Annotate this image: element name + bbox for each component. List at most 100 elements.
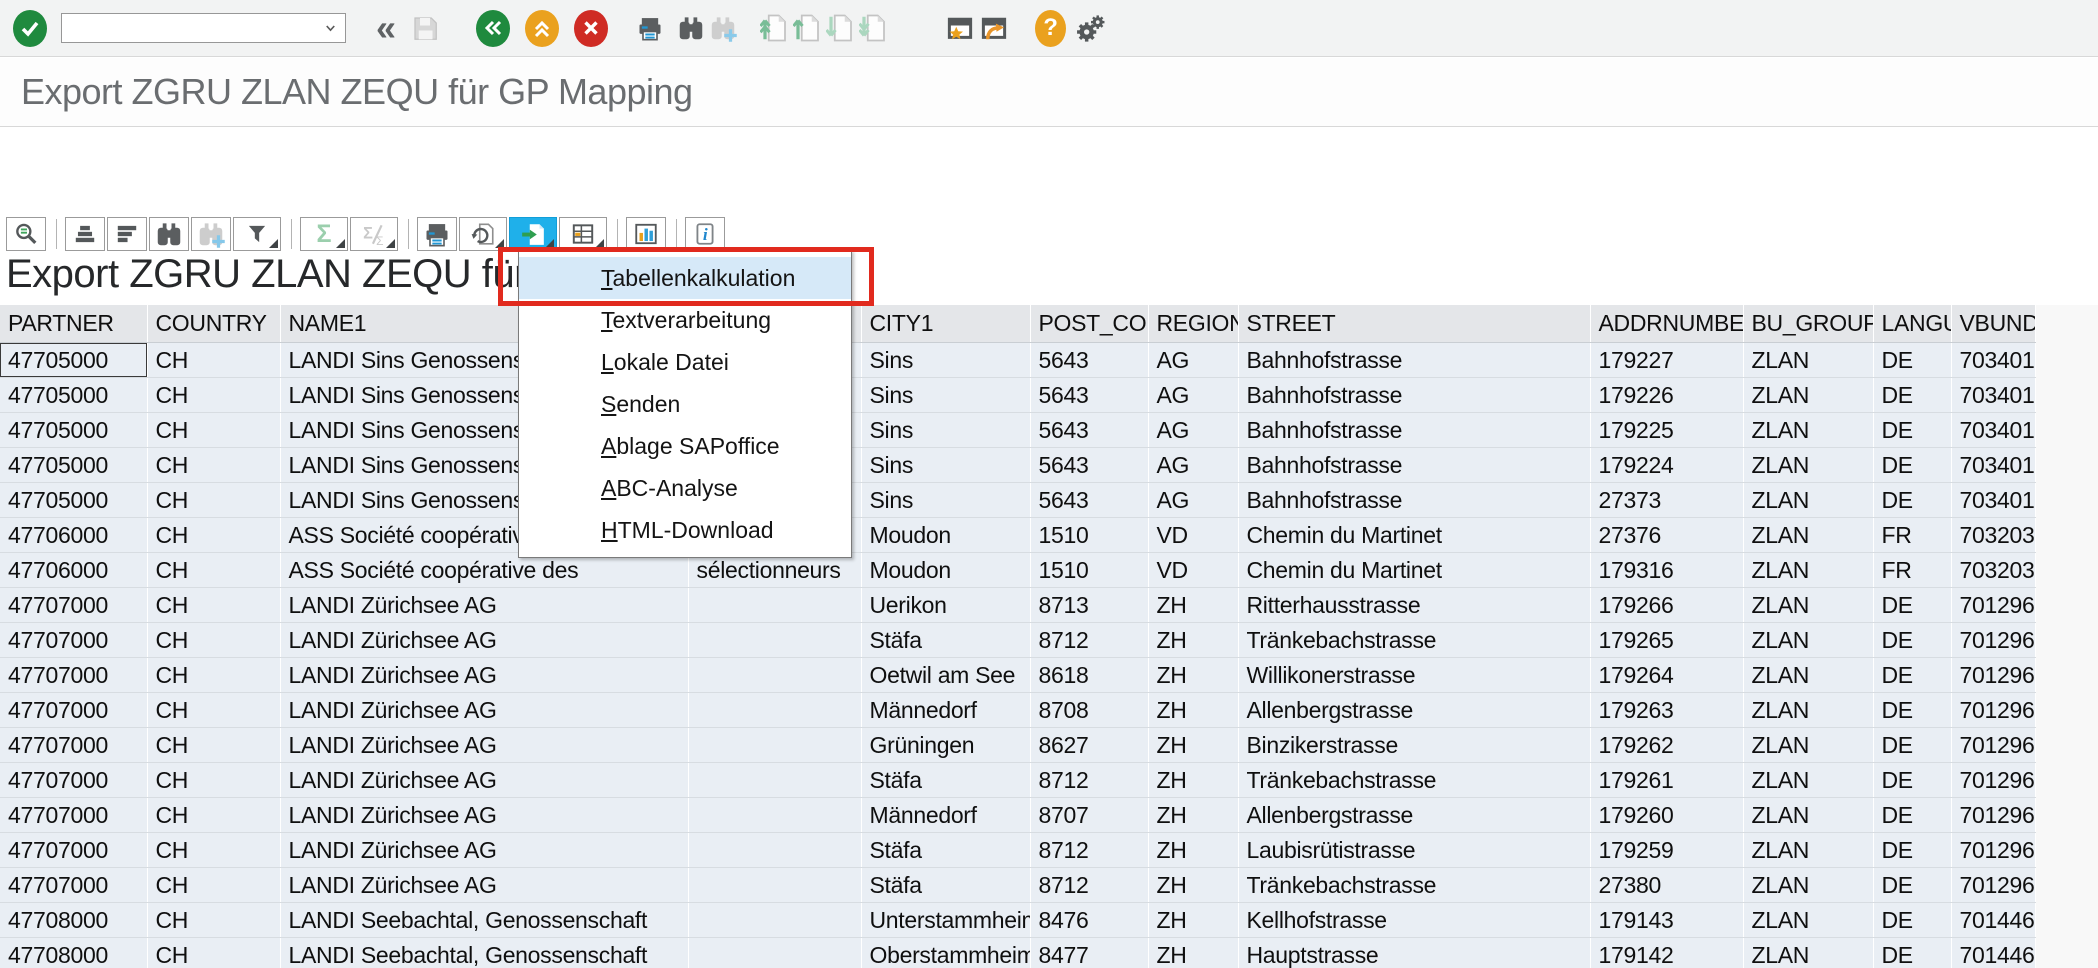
find-button[interactable] [149,217,189,251]
cell-partner[interactable]: 47707000 [0,588,147,623]
cell-street[interactable]: Bahnhofstrasse [1238,343,1590,378]
cell-country[interactable]: CH [147,518,280,553]
cell-city1[interactable]: Sins [861,483,1030,518]
cell-langu[interactable]: DE [1873,448,1951,483]
cell-post_code1[interactable]: 5643 [1030,483,1148,518]
cell-region[interactable]: VD [1148,553,1238,588]
cell-vbund[interactable]: 703401 [1951,413,2035,448]
cell-name1[interactable]: LANDI Zürichsee AG [280,763,688,798]
menu-item-senden[interactable]: Senden [519,383,851,425]
cell-name2[interactable] [688,658,861,693]
cell-region[interactable]: ZH [1148,693,1238,728]
cell-post_code1[interactable]: 5643 [1030,378,1148,413]
cell-city1[interactable]: Sins [861,343,1030,378]
print-button[interactable] [636,14,664,42]
cell-langu[interactable]: DE [1873,483,1951,518]
cell-street[interactable]: Hauptstrasse [1238,938,1590,968]
graphic-button[interactable] [626,217,666,251]
cell-bu_group[interactable]: ZLAN [1743,518,1873,553]
cell-post_code1[interactable]: 5643 [1030,448,1148,483]
cell-partner[interactable]: 47705000 [0,448,147,483]
cell-city1[interactable]: Sins [861,448,1030,483]
cell-bu_group[interactable]: ZLAN [1743,833,1873,868]
cell-name1[interactable]: LANDI Zürichsee AG [280,658,688,693]
column-header-vbund[interactable]: VBUND [1951,305,2035,343]
cell-partner[interactable]: 47707000 [0,658,147,693]
menu-item-html-download[interactable]: HTML-Download [519,509,851,551]
cell-city1[interactable]: Grüningen [861,728,1030,763]
column-header-post_code1[interactable]: POST_CODE1 [1030,305,1148,343]
cell-addrnumber[interactable]: 179262 [1590,728,1743,763]
cell-name2[interactable] [688,623,861,658]
cell-region[interactable]: ZH [1148,938,1238,968]
cell-name1[interactable]: LANDI Zürichsee AG [280,693,688,728]
column-header-region[interactable]: REGION [1148,305,1238,343]
last-page-button[interactable] [859,13,889,43]
cell-country[interactable]: CH [147,483,280,518]
cell-langu[interactable]: DE [1873,728,1951,763]
cell-country[interactable]: CH [147,938,280,968]
cell-region[interactable]: ZH [1148,868,1238,903]
cell-langu[interactable]: DE [1873,903,1951,938]
cell-bu_group[interactable]: ZLAN [1743,763,1873,798]
cell-post_code1[interactable]: 1510 [1030,553,1148,588]
enter-button[interactable] [13,10,47,47]
cell-post_code1[interactable]: 8707 [1030,798,1148,833]
cell-addrnumber[interactable]: 27376 [1590,518,1743,553]
cell-post_code1[interactable]: 8713 [1030,588,1148,623]
cell-addrnumber[interactable]: 179264 [1590,658,1743,693]
column-header-city1[interactable]: CITY1 [861,305,1030,343]
cell-street[interactable]: Tränkebachstrasse [1238,868,1590,903]
column-header-bu_group[interactable]: BU_GROUP [1743,305,1873,343]
new-session-button[interactable] [945,13,975,43]
cell-bu_group[interactable]: ZLAN [1743,693,1873,728]
cell-partner[interactable]: 47707000 [0,763,147,798]
cell-addrnumber[interactable]: 27380 [1590,868,1743,903]
cell-addrnumber[interactable]: 179226 [1590,378,1743,413]
cell-city1[interactable]: Sins [861,378,1030,413]
cell-city1[interactable]: Moudon [861,518,1030,553]
cell-langu[interactable]: DE [1873,693,1951,728]
cell-vbund[interactable]: 701296 [1951,658,2035,693]
cell-langu[interactable]: DE [1873,378,1951,413]
cell-name2[interactable] [688,868,861,903]
cell-bu_group[interactable]: ZLAN [1743,868,1873,903]
cell-name2[interactable] [688,798,861,833]
cell-name1[interactable]: LANDI Zürichsee AG [280,868,688,903]
page-up-button[interactable] [793,13,823,43]
cell-street[interactable]: Allenbergstrasse [1238,693,1590,728]
cell-name2[interactable] [688,833,861,868]
column-header-country[interactable]: COUNTRY [147,305,280,343]
cell-vbund[interactable]: 701296 [1951,868,2035,903]
cell-name1[interactable]: LANDI Zürichsee AG [280,623,688,658]
cell-post_code1[interactable]: 8477 [1030,938,1148,968]
cell-addrnumber[interactable]: 179225 [1590,413,1743,448]
column-header-street[interactable]: STREET [1238,305,1590,343]
page-down-button[interactable] [826,13,856,43]
column-header-partner[interactable]: PARTNER [0,305,147,343]
cell-country[interactable]: CH [147,588,280,623]
cell-partner[interactable]: 47705000 [0,413,147,448]
settings-button[interactable] [1074,12,1106,44]
cell-langu[interactable]: DE [1873,868,1951,903]
find-next-button[interactable] [191,217,231,251]
cell-addrnumber[interactable]: 179263 [1590,693,1743,728]
cell-partner[interactable]: 47707000 [0,833,147,868]
cell-addrnumber[interactable]: 179261 [1590,763,1743,798]
export-button[interactable] [509,217,557,251]
cell-partner[interactable]: 47707000 [0,623,147,658]
cell-street[interactable]: Kellhofstrasse [1238,903,1590,938]
cell-street[interactable]: Bahnhofstrasse [1238,413,1590,448]
total-button[interactable]: Σ [300,217,348,251]
cell-langu[interactable]: DE [1873,658,1951,693]
cell-region[interactable]: VD [1148,518,1238,553]
cell-vbund[interactable]: 703401 [1951,448,2035,483]
cell-region[interactable]: ZH [1148,798,1238,833]
cell-partner[interactable]: 47707000 [0,693,147,728]
cell-bu_group[interactable]: ZLAN [1743,343,1873,378]
filter-button[interactable] [233,217,281,251]
exit-button[interactable] [525,10,559,47]
cell-vbund[interactable]: 701446 [1951,903,2035,938]
cell-country[interactable]: CH [147,728,280,763]
cell-partner[interactable]: 47708000 [0,938,147,968]
